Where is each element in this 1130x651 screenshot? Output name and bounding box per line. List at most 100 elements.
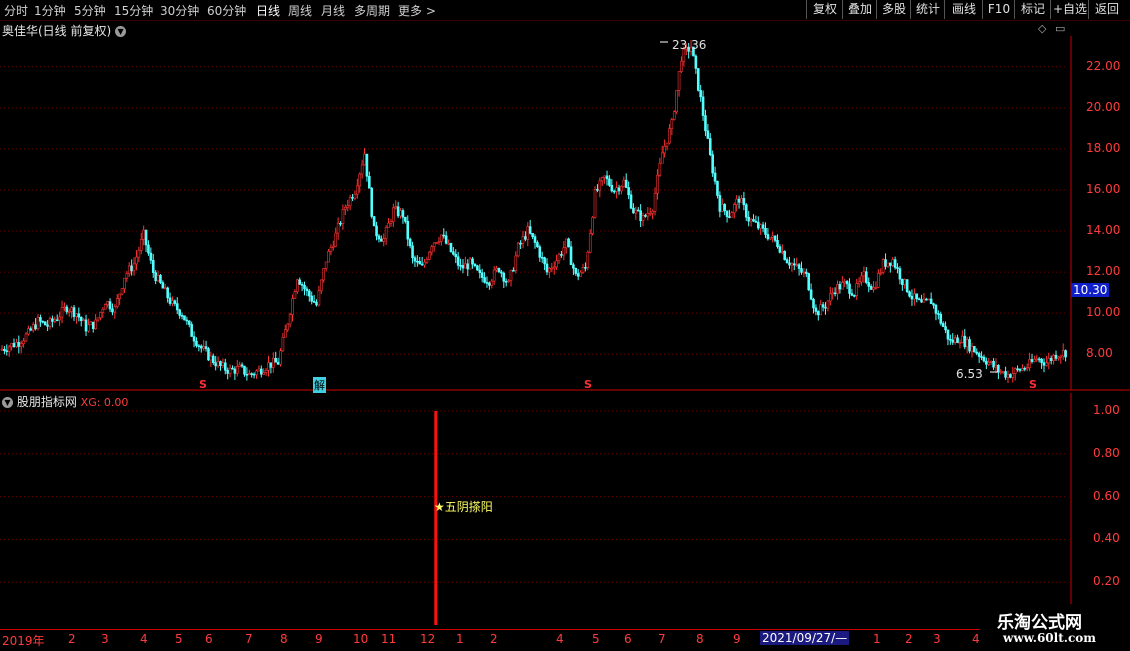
candle-body [197, 345, 201, 347]
candle-body [747, 216, 750, 222]
candle-body [860, 275, 863, 283]
candle-body [466, 263, 470, 270]
candle-body [973, 346, 976, 353]
candle-body [276, 361, 280, 365]
candle-body [137, 250, 141, 258]
candle-body [617, 187, 621, 192]
candle-body [771, 235, 774, 238]
candle-body [951, 339, 955, 343]
chevron-down-icon[interactable]: ▼ [2, 397, 13, 408]
candle-body [139, 239, 143, 251]
candle-body [516, 242, 520, 257]
date-tick-label: 12 [420, 632, 436, 646]
candle-body [478, 269, 482, 273]
candle-body [749, 219, 753, 222]
candle-body [536, 242, 539, 248]
candle-body [127, 265, 131, 275]
candle-body [708, 138, 712, 155]
candle-body [195, 340, 198, 346]
candle-body [886, 262, 890, 267]
sell-signal-marker: S [584, 378, 592, 391]
candle-body [701, 96, 705, 116]
date-tick-label: 6 [624, 632, 632, 646]
candle-body [159, 274, 162, 283]
candle-body [485, 282, 489, 284]
candle-body [768, 237, 772, 240]
candle-body [982, 356, 986, 362]
date-tick-label: 9 [733, 632, 741, 646]
candle-body [670, 119, 674, 129]
candle-body [1013, 368, 1017, 374]
candle-body [845, 280, 849, 285]
candle-body [473, 263, 477, 267]
candle-body [132, 263, 136, 272]
candle-body [970, 346, 974, 352]
candle-body [526, 226, 530, 240]
candle-body [898, 268, 902, 280]
candle-body [824, 306, 827, 309]
candle-body [173, 300, 177, 304]
candle-body [1030, 359, 1034, 362]
candle-body [632, 207, 635, 214]
candle-body [997, 364, 1000, 373]
candle-body [937, 313, 940, 315]
candle-body [63, 306, 66, 309]
candle-body [437, 241, 441, 243]
candle-body [795, 264, 798, 266]
candle-body [372, 216, 376, 227]
date-tick-label: 7 [658, 632, 666, 646]
candle-body [389, 221, 393, 224]
candle-body [377, 235, 381, 240]
candle-body [600, 177, 604, 182]
candle-body [29, 328, 33, 331]
candle-body [202, 346, 205, 349]
candle-body [464, 263, 467, 269]
price-tick-label: 22.00 [1086, 58, 1121, 73]
candle-body [581, 266, 585, 273]
candle-body [502, 272, 506, 282]
candle-body [528, 226, 532, 234]
candle-body [490, 280, 494, 286]
candle-body [269, 362, 273, 368]
xg-signal-bar [434, 411, 438, 625]
candle-body [185, 319, 189, 322]
candle-body [5, 350, 9, 352]
candle-body [903, 279, 907, 285]
candle-body [1057, 356, 1060, 359]
price-tick-label: 16.00 [1086, 181, 1121, 196]
candle-body [622, 179, 626, 187]
price-tick-label: 14.00 [1086, 223, 1121, 238]
candle-body [315, 301, 318, 306]
candle-body [598, 180, 602, 191]
candle-body [754, 220, 758, 223]
candle-body [586, 251, 590, 268]
candle-body [31, 324, 35, 331]
date-tick-label: 1 [873, 632, 881, 646]
candle-body [272, 358, 275, 368]
candle-body [1028, 359, 1031, 368]
candle-body [557, 254, 561, 262]
candle-body [103, 304, 107, 310]
candle-body [790, 263, 794, 266]
candle-body [425, 258, 429, 263]
indicator-header: ▼ 股朋指标网 XG: 0.00 [2, 393, 128, 410]
candle-body [75, 313, 78, 317]
candle-body [608, 178, 611, 186]
candle-body [596, 189, 599, 191]
candle-body [348, 196, 352, 206]
candle-body [855, 283, 859, 296]
candle-body [766, 234, 770, 240]
candle-body [646, 213, 650, 217]
candle-body [108, 301, 112, 310]
candle-body [521, 236, 525, 244]
candle-body [1009, 374, 1012, 378]
candle-body [1025, 367, 1029, 370]
candle-body [627, 187, 630, 196]
candle-body [634, 209, 638, 214]
candle-body [358, 173, 362, 187]
candle-body [1049, 358, 1053, 361]
date-tick-label: 3 [933, 632, 941, 646]
candle-body [658, 162, 662, 176]
candle-body [243, 365, 246, 375]
candle-body [941, 323, 945, 327]
